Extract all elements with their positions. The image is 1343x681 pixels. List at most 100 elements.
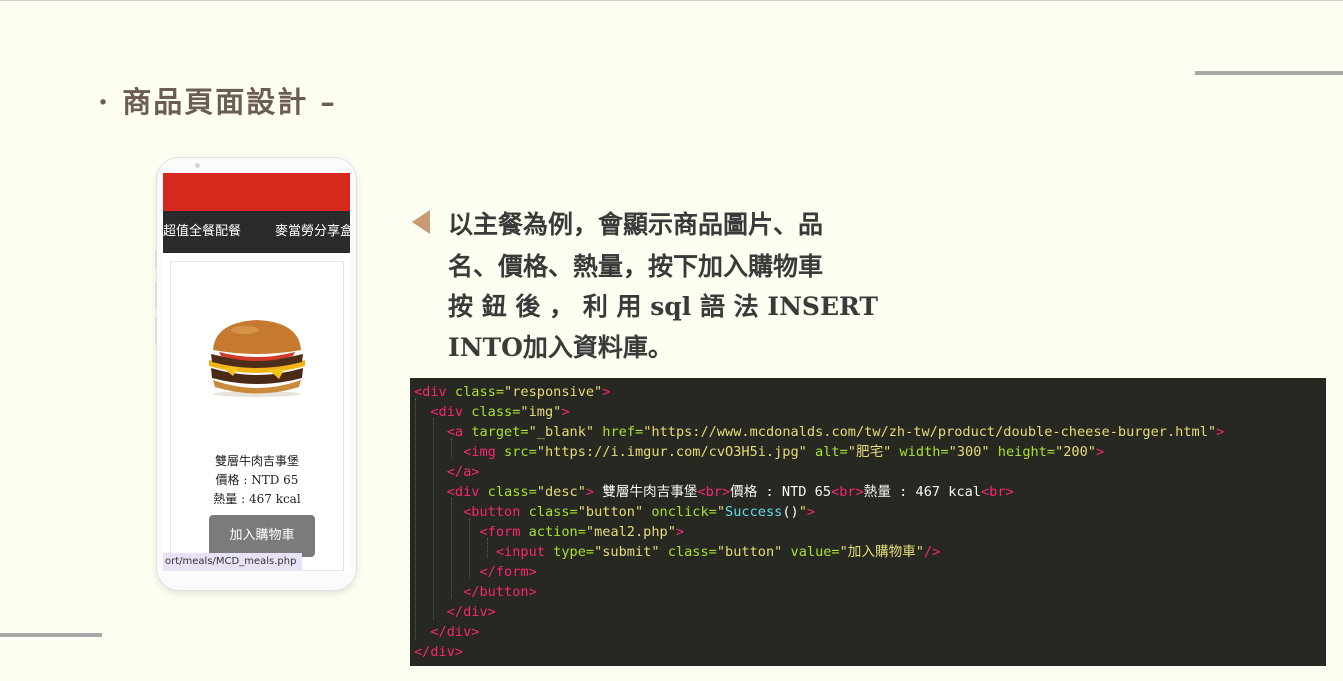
code-token: </div> [446,604,496,620]
phone-side-button [155,282,157,308]
code-token: Success [725,504,783,520]
code-token: "https://www.mcdonalds.com/tw/zh-tw/prod… [643,424,1217,440]
code-token: > [1216,424,1225,440]
code-token: </div> [430,624,480,640]
code-token: type= [553,544,595,560]
code-token: "button" [577,504,644,520]
code-token: <a [446,424,472,440]
code-token: value= [790,544,840,560]
camera-icon [195,163,200,168]
code-token: height= [997,444,1056,460]
phone-side-button [155,250,157,268]
phone-side-button [155,318,157,344]
code-token: target= [471,424,529,440]
code-token: <br> [981,484,1014,500]
code-token: src= [504,444,537,460]
category-nav: 超值全餐配餐 麥當勞分享盒 [163,211,350,253]
code-token: <img [463,444,505,460]
decorative-bar-left [0,633,102,637]
bullet-arrow-icon [412,210,430,234]
page-title: · 商品頁面設計 – [98,85,337,119]
code-token: > [585,484,595,500]
code-token: () [782,504,799,520]
code-line: </form> [414,562,536,582]
product-card: 雙層牛肉吉事堡 價格 : NTD 65 熱量 : 467 kcal 加入購物車 [170,261,344,571]
product-calories: 熱量 : 467 kcal [213,492,301,506]
code-token: <div [430,404,472,420]
code-token: "img" [520,404,562,420]
code-line: <a target="_blank" href="https://www.mcd… [414,422,1225,442]
product-price: 價格 : NTD 65 [215,473,299,487]
code-token: "responsive" [504,384,603,400]
code-token: "200" [1055,444,1096,460]
code-line: <div class="desc"> 雙層牛肉吉事堡<br>價格 : NTD 6… [414,482,1014,502]
code-token: "submit" [594,544,660,560]
nav-item-value-meal[interactable]: 超值全餐配餐 [163,211,241,253]
code-token: 雙層牛肉吉事堡 [594,484,698,500]
code-line: <button class="button" onclick="Success(… [414,502,815,522]
code-token: class= [454,384,505,400]
code-line: </button> [414,582,537,602]
code-token: onclick= [651,504,717,520]
top-rule [0,0,1343,1]
code-token: class= [528,504,578,520]
code-token: class= [471,404,521,420]
burger-image[interactable] [205,316,309,398]
code-token: </a> [446,464,480,480]
code-token: > [675,524,685,540]
code-line: <form action="meal2.php"> [414,522,684,542]
code-block: <div class="responsive"> <div class="img… [410,378,1326,666]
code-token: "300" [948,444,990,460]
decorative-bar-right [1195,71,1343,75]
code-token: " [716,504,726,520]
code-token: "加入購物車" [839,544,924,560]
code-token: <div [446,484,488,500]
code-line: <div class="img"> [414,402,570,422]
code-token: > [806,504,816,520]
code-token: <form [479,524,529,540]
code-token: "meal2.php" [585,524,676,540]
code-line: <div class="responsive"> [414,382,610,402]
add-to-cart-button[interactable]: 加入購物車 [209,515,315,557]
code-token: class= [487,484,537,500]
status-bar-url: ort/meals/MCD_meals.php [163,553,303,571]
code-token: "_blank" [528,424,595,440]
site-header [163,173,350,211]
phone-mockup: 超值全餐配餐 麥當勞分享盒 雙層牛肉吉事堡 價格 : NTD 65 熱量 : 4… [155,158,356,590]
code-token: "desc" [536,484,586,500]
code-token: <div [414,384,455,400]
code-token: <button [463,504,529,520]
code-token: <input [495,544,554,560]
code-token: "https://i.imgur.com/cvO3H5i.jpg" [536,444,807,460]
code-token: " [798,504,807,520]
code-token: 熱量 : 467 kcal [863,484,981,500]
code-line: <img src="https://i.imgur.com/cvO3H5i.jp… [414,442,1104,462]
code-token: "肥宅" [847,444,892,460]
code-token: action= [528,524,586,540]
code-line: </div> [414,642,463,662]
code-line: <input type="submit" class="button" valu… [414,542,941,562]
code-line: </a> [414,462,480,482]
code-token: width= [899,444,949,460]
code-token: class= [667,544,717,560]
description-line: 以主餐為例，會顯示商品圖片、品 [448,210,824,239]
nav-item-share-box[interactable]: 麥當勞分享盒 [275,211,350,253]
code-token: > [561,404,570,420]
code-token: /> [923,544,941,560]
code-token: > [602,384,611,400]
code-token: <br> [697,484,731,500]
